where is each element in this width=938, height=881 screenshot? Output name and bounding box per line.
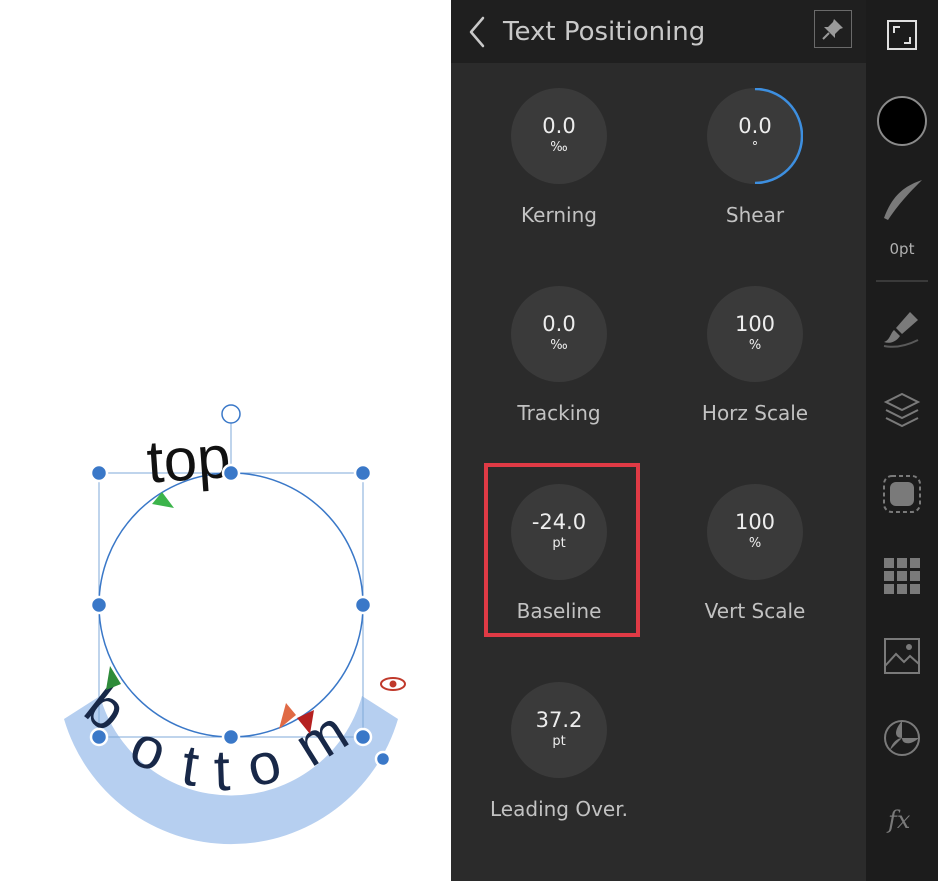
fullscreen-button[interactable] — [866, 18, 938, 52]
horz-scale-unit: % — [748, 338, 762, 353]
handle-top-left — [89, 463, 109, 483]
kerning-value: 0.0 — [542, 114, 576, 138]
grid-icon — [884, 558, 920, 594]
brush-tool-button[interactable] — [866, 306, 938, 350]
stroke-width-label: 0pt — [889, 240, 915, 258]
selection-bounding-box — [98, 472, 364, 738]
bottom-letter-o2: o — [240, 729, 287, 800]
bottom-letter-o1: o — [122, 712, 176, 784]
handle-bottom-right — [353, 727, 373, 747]
toolbar-divider — [876, 280, 928, 282]
path-text-artwork[interactable]: top b o t t o m — [0, 0, 451, 881]
shear-control[interactable]: 0.0 ° Shear — [665, 88, 845, 248]
handle-bottom-left — [89, 727, 109, 747]
fullscreen-icon — [887, 20, 917, 50]
vert-scale-unit: % — [748, 536, 762, 551]
baseline-highlight-box — [484, 463, 640, 637]
color-wheel-button[interactable] — [866, 718, 938, 758]
visibility-eye-icon[interactable] — [380, 677, 406, 691]
shear-label: Shear — [725, 203, 785, 227]
fill-color-circle — [877, 96, 927, 146]
back-button[interactable] — [463, 14, 493, 50]
vert-scale-label: Vert Scale — [704, 599, 806, 623]
top-path-text[interactable]: top — [145, 423, 233, 496]
leading-override-control[interactable]: 37.2 pt Leading Over. — [469, 682, 649, 842]
horz-scale-dial[interactable]: 100 % — [707, 286, 803, 382]
document-canvas[interactable]: top b o t t o m — [0, 0, 451, 881]
chevron-left-icon — [469, 16, 485, 48]
vert-scale-value: 100 — [734, 510, 776, 534]
layers-button[interactable] — [866, 390, 938, 434]
leading-override-dial[interactable]: 37.2 pt — [511, 682, 607, 778]
right-toolbar: 0pt fx — [866, 0, 938, 881]
kerning-dial[interactable]: 0.0 ‰ — [511, 88, 607, 184]
shear-value: 0.0 — [738, 114, 772, 138]
stroke-brush-icon — [884, 180, 922, 220]
stroke-button[interactable] — [866, 176, 938, 224]
panel-title: Text Positioning — [503, 17, 706, 47]
fx-icon: fx — [886, 806, 911, 834]
tracking-label: Tracking — [517, 401, 601, 425]
brush-icon — [883, 312, 919, 348]
handle-bottom-center — [221, 727, 241, 747]
image-icon — [884, 638, 920, 674]
leading-override-label: Leading Over. — [490, 797, 628, 821]
selection-handles[interactable] — [89, 463, 392, 768]
tracking-value: 0.0 — [542, 312, 576, 336]
fill-color-swatch[interactable] — [866, 94, 938, 148]
handle-middle-left — [89, 595, 109, 615]
rotation-handle[interactable] — [221, 404, 241, 424]
selection-button[interactable] — [866, 472, 938, 516]
bottom-letter-t1: t — [178, 732, 203, 799]
leading-override-value: 37.2 — [535, 708, 583, 732]
color-wheel-icon — [884, 720, 920, 756]
tracking-control[interactable]: 0.0 ‰ Tracking — [469, 286, 649, 446]
leading-override-unit: pt — [552, 734, 566, 749]
horz-scale-control[interactable]: 100 % Horz Scale — [665, 286, 845, 446]
circle-text-path[interactable] — [98, 472, 364, 738]
handle-top-center — [221, 463, 241, 483]
kerning-control[interactable]: 0.0 ‰ Kerning — [469, 88, 649, 248]
bottom-letter-t2: t — [213, 738, 231, 804]
horz-scale-value: 100 — [734, 312, 776, 336]
fx-button[interactable]: fx — [866, 800, 938, 840]
handle-corner-extra — [374, 750, 392, 768]
selection-icon — [883, 475, 921, 513]
layers-icon — [883, 392, 921, 428]
tracking-dial[interactable]: 0.0 ‰ — [511, 286, 607, 382]
panel-header: Text Positioning — [451, 0, 866, 63]
handle-top-right — [353, 463, 373, 483]
grid-button[interactable] — [866, 556, 938, 596]
pin-icon — [822, 19, 843, 40]
shear-unit: ° — [751, 140, 759, 155]
vert-scale-control[interactable]: 100 % Vert Scale — [665, 484, 845, 644]
pin-button[interactable] — [814, 10, 852, 48]
handle-middle-right — [353, 595, 373, 615]
kerning-unit: ‰ — [550, 140, 568, 155]
image-button[interactable] — [866, 636, 938, 676]
horz-scale-label: Horz Scale — [701, 401, 809, 425]
vert-scale-dial[interactable]: 100 % — [707, 484, 803, 580]
svg-text:fx: fx — [886, 806, 911, 834]
tracking-unit: ‰ — [550, 338, 568, 353]
shear-dial[interactable]: 0.0 ° — [707, 88, 803, 184]
text-positioning-panel: Text Positioning 0.0 ‰ Kerning 0.0 ° She… — [451, 0, 866, 881]
kerning-label: Kerning — [521, 203, 597, 227]
